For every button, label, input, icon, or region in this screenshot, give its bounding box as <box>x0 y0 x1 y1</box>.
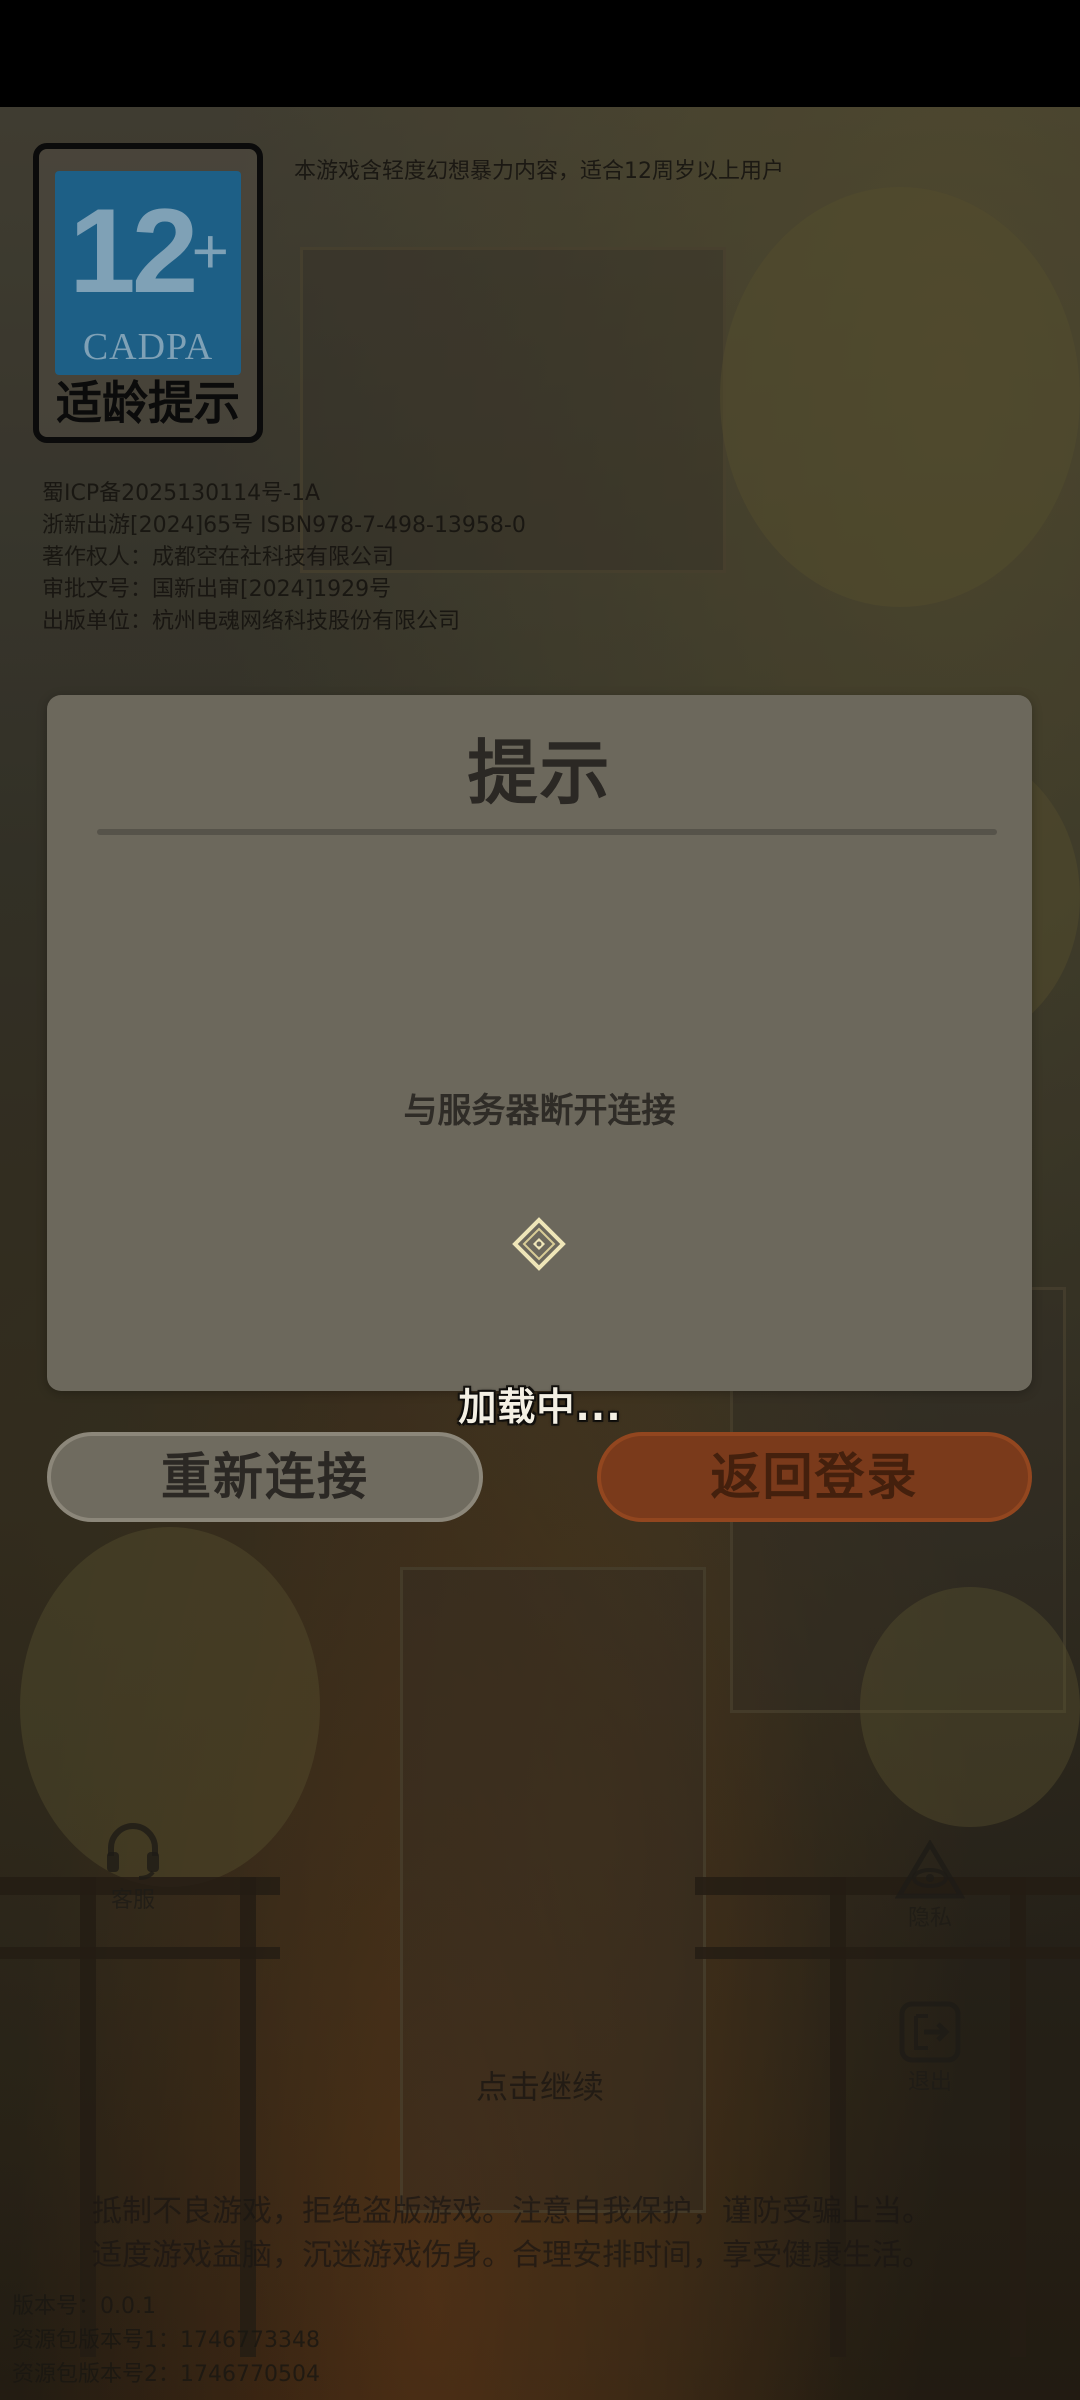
health-notice-line: 抵制不良游戏，拒绝盗版游戏。注意自我保护，谨防受骗上当。 <box>92 2194 932 2229</box>
back-to-login-button[interactable]: 返回登录 <box>597 1432 1032 1522</box>
license-info: 蜀ICP备2025130114号-1A 浙新出游[2024]65号 ISBN97… <box>42 478 526 638</box>
age-rating-description: 本游戏含轻度幻想暴力内容，适合12周岁以上用户 <box>294 159 784 184</box>
license-line: 出版单位：杭州电魂网络科技股份有限公司 <box>42 609 461 634</box>
dialog-message: 与服务器断开连接 <box>403 1091 676 1131</box>
eye-triangle-icon <box>895 1840 965 1899</box>
age-rating-plus: + <box>191 215 229 287</box>
disconnect-dialog: 提示 与服务器断开连接 <box>47 695 1032 1391</box>
tap-to-continue[interactable]: 点击继续 <box>0 2062 1080 2108</box>
status-bar <box>0 0 1080 107</box>
age-rating-number: 12 <box>69 184 198 318</box>
dialog-title: 提示 <box>467 732 612 814</box>
loading-text: 加载中... <box>458 1385 622 1429</box>
version-line: 资源包版本号2：1746770504 <box>12 2362 320 2387</box>
age-rating-emblem: 12 + CADPA <box>55 171 241 375</box>
age-rating-badge: 12 + CADPA 适龄提示 <box>33 143 263 443</box>
license-line: 著作权人：成都空在社科技有限公司 <box>42 545 395 570</box>
license-line: 审批文号：国新出审[2024]1929号 <box>42 577 392 602</box>
age-rating-label: 适龄提示 <box>56 376 240 430</box>
version-line: 版本号：0.0.1 <box>12 2294 156 2319</box>
age-rating-org: CADPA <box>82 326 214 368</box>
headset-icon <box>107 1823 159 1880</box>
version-info: 版本号：0.0.1 资源包版本号1：1746773348 资源包版本号2：174… <box>12 2290 320 2392</box>
support-button[interactable]: 客服 <box>88 1818 178 1914</box>
version-line: 资源包版本号1：1746773348 <box>12 2328 320 2353</box>
exit-icon <box>899 2001 961 2063</box>
license-line: 浙新出游[2024]65号 ISBN978-7-498-13958-0 <box>42 513 526 538</box>
health-notice-line: 适度游戏益脑，沉迷游戏伤身。合理安排时间，享受健康生活。 <box>92 2238 932 2273</box>
license-line: 蜀ICP备2025130114号-1A <box>42 481 321 506</box>
health-notice: 抵制不良游戏，拒绝盗版游戏。注意自我保护，谨防受骗上当。 适度游戏益脑，沉迷游戏… <box>92 2190 932 2278</box>
privacy-label: 隐私 <box>907 1906 952 1931</box>
loading-spinner-icon <box>512 1217 566 1271</box>
privacy-button[interactable]: 隐私 <box>885 1840 975 1932</box>
dialog-divider <box>97 829 997 835</box>
reconnect-button[interactable]: 重新连接 <box>47 1432 483 1522</box>
support-label: 客服 <box>110 1888 155 1913</box>
